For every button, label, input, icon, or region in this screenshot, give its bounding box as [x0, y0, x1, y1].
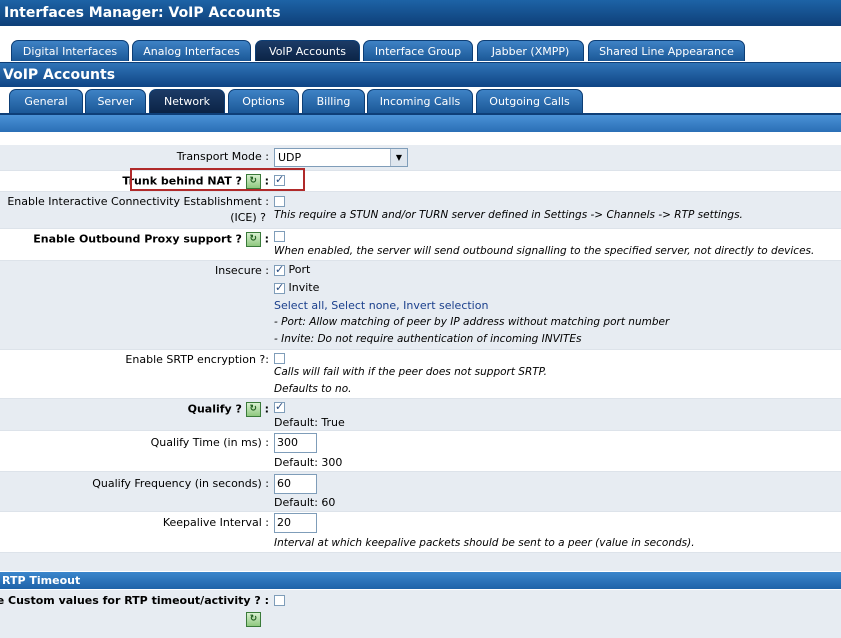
- row-srtp: Enable SRTP encryption ?: Calls will fai…: [0, 350, 841, 399]
- tab-outgoing-calls[interactable]: Outgoing Calls: [476, 89, 583, 113]
- tab-server[interactable]: Server: [85, 89, 146, 113]
- qualify-label: Qualify ? ↻ :: [187, 402, 269, 417]
- section-title: VoIP Accounts: [0, 63, 841, 87]
- insecure-invite-checkbox[interactable]: [274, 281, 285, 294]
- row-qualify: Qualify ? ↻ : Default: True: [0, 399, 841, 431]
- tab-digital-interfaces[interactable]: Digital Interfaces: [11, 40, 129, 61]
- qualify-frequency-label: Qualify Frequency (in seconds) :: [92, 477, 269, 490]
- ice-label-line1: Enable Interactive Connectivity Establis…: [7, 195, 269, 208]
- chevron-down-icon[interactable]: ▼: [390, 149, 407, 166]
- row-rtp-custom: Use Custom values for RTP timeout/activi…: [0, 590, 841, 638]
- rtp-timeout-header: RTP Timeout: [0, 572, 841, 589]
- insecure-label: Insecure :: [214, 264, 269, 277]
- row-spacer: [0, 553, 841, 571]
- tab-analog-interfaces[interactable]: Analog Interfaces: [132, 40, 251, 61]
- select-none-link[interactable]: Select none: [331, 299, 396, 312]
- srtp-note2: Defaults to no.: [274, 383, 352, 395]
- insecure-selection-links: Select all, Select none, Invert selectio…: [274, 299, 489, 312]
- invert-selection-link[interactable]: Invert selection: [403, 299, 488, 312]
- qualify-frequency-input[interactable]: 60: [274, 474, 317, 494]
- sub-tab-bar: General Server Network Options Billing I…: [0, 87, 841, 115]
- highlight-box: [130, 168, 305, 191]
- row-qualify-frequency: Qualify Frequency (in seconds) : 60 Defa…: [0, 472, 841, 512]
- top-tab-bar: Digital Interfaces Analog Interfaces VoI…: [0, 26, 841, 63]
- qualify-frequency-default: Default: 60: [274, 496, 336, 509]
- qualify-default: Default: True: [274, 416, 345, 429]
- qualify-time-input[interactable]: 300: [274, 433, 317, 453]
- qualify-time-default: Default: 300: [274, 456, 343, 469]
- ice-label-line2: (ICE) ?: [230, 211, 266, 224]
- transport-mode-label: Transport Mode :: [176, 150, 269, 163]
- tab-options[interactable]: Options: [228, 89, 299, 113]
- outbound-proxy-label: Enable Outbound Proxy support ? ↻ :: [33, 232, 269, 247]
- window-title: Interfaces Manager: VoIP Accounts: [0, 0, 841, 26]
- rtp-custom-label: Use Custom values for RTP timeout/activi…: [0, 594, 269, 607]
- outbound-proxy-note: When enabled, the server will send outbo…: [274, 245, 815, 257]
- refresh-help-icon[interactable]: ↻: [246, 612, 261, 627]
- tab-shared-line-appearance[interactable]: Shared Line Appearance: [588, 40, 745, 61]
- transport-mode-value: UDP: [278, 151, 302, 164]
- refresh-help-icon[interactable]: ↻: [245, 232, 261, 247]
- row-keepalive: Keepalive Interval : 20 Interval at whic…: [0, 512, 841, 553]
- insecure-note-port: - Port: Allow matching of peer by IP add…: [274, 316, 670, 328]
- tab-interface-group[interactable]: Interface Group: [363, 40, 473, 61]
- row-transport-mode: Transport Mode : UDP ▼: [0, 145, 841, 171]
- select-all-link[interactable]: Select all: [274, 299, 324, 312]
- keepalive-label: Keepalive Interval :: [162, 516, 269, 529]
- tab-billing[interactable]: Billing: [302, 89, 365, 113]
- srtp-checkbox[interactable]: [274, 352, 285, 364]
- insecure-port-checkbox[interactable]: [274, 263, 285, 276]
- qualify-checkbox[interactable]: [274, 400, 285, 413]
- row-outbound-proxy: Enable Outbound Proxy support ? ↻ : When…: [0, 229, 841, 261]
- tab-general[interactable]: General: [9, 89, 83, 113]
- transport-mode-select[interactable]: UDP ▼: [274, 148, 408, 167]
- row-insecure: Insecure : Port Invite Select all, Selec…: [0, 261, 841, 350]
- srtp-label: Enable SRTP encryption ?:: [125, 353, 269, 366]
- insecure-option-invite[interactable]: Invite: [274, 281, 319, 294]
- tab-voip-accounts[interactable]: VoIP Accounts: [255, 40, 360, 61]
- ice-checkbox[interactable]: [274, 195, 285, 207]
- keepalive-input[interactable]: 20: [274, 513, 317, 533]
- rtp-custom-checkbox[interactable]: [274, 594, 285, 606]
- row-trunk-nat: Trunk behind NAT ? ↻ :: [0, 171, 841, 192]
- tab-network[interactable]: Network: [149, 89, 225, 113]
- srtp-note1: Calls will fail with if the peer does no…: [274, 366, 547, 378]
- section-header-strip: [0, 115, 841, 132]
- tab-incoming-calls[interactable]: Incoming Calls: [367, 89, 473, 113]
- qualify-time-label: Qualify Time (in ms) :: [150, 436, 269, 449]
- row-ice: Enable Interactive Connectivity Establis…: [0, 192, 841, 229]
- row-qualify-time: Qualify Time (in ms) : 300 Default: 300: [0, 431, 841, 472]
- keepalive-note: Interval at which keepalive packets shou…: [274, 537, 695, 549]
- ice-note: This require a STUN and/or TURN server d…: [274, 209, 743, 221]
- insecure-option-port[interactable]: Port: [274, 263, 310, 276]
- tab-jabber[interactable]: Jabber (XMPP): [477, 40, 584, 61]
- outbound-proxy-checkbox[interactable]: [274, 230, 285, 242]
- insecure-note-invite: - Invite: Do not require authentication …: [274, 333, 582, 345]
- refresh-help-icon[interactable]: ↻: [245, 402, 261, 417]
